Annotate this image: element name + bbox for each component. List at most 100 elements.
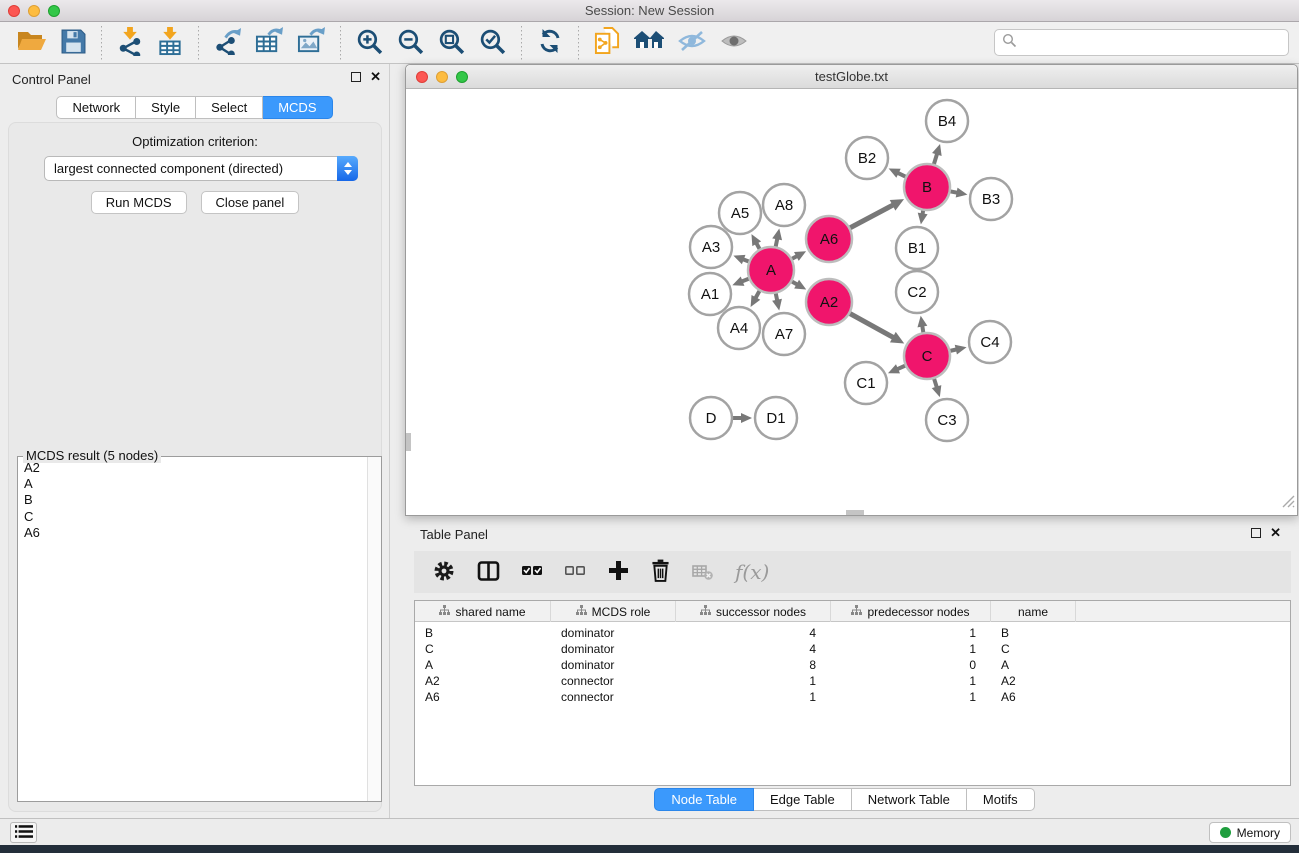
cell-shared_name[interactable]: C [415,641,551,657]
tab-edge-table[interactable]: Edge Table [754,788,852,811]
result-list-scrollbar[interactable] [367,457,381,801]
table-row-a2[interactable]: A2connector11A2 [415,673,1290,689]
cell-mcds_role[interactable]: dominator [551,641,676,657]
column-header-predecessor-nodes[interactable]: predecessor nodes [831,601,991,622]
first-neighbors-button[interactable] [627,27,671,58]
delete-columns-button[interactable] [646,556,675,588]
graph-node-B3[interactable]: B3 [970,178,1012,220]
cell-mcds_role[interactable]: dominator [551,657,676,673]
graph-node-B4[interactable]: B4 [926,100,968,142]
export-network-button[interactable] [207,25,248,60]
graph-node-B1[interactable]: B1 [896,227,938,269]
cell-mcds_role[interactable]: connector [551,689,676,705]
cell-successor_nodes[interactable]: 8 [676,657,831,673]
tab-motifs[interactable]: Motifs [967,788,1035,811]
graph-node-A5[interactable]: A5 [719,192,761,234]
cell-successor_nodes[interactable]: 4 [676,641,831,657]
search-field[interactable] [994,29,1289,56]
graph-node-A3[interactable]: A3 [690,226,732,268]
graph-node-C1[interactable]: C1 [845,362,887,404]
tab-select[interactable]: Select [196,96,263,119]
open-session-button[interactable] [10,27,54,58]
tab-mcds[interactable]: MCDS [263,96,332,119]
table-row-a6[interactable]: A6connector11A6 [415,689,1290,705]
float-table-panel-icon[interactable] [1251,528,1261,538]
export-image-button[interactable] [290,25,332,60]
vertical-scroll-thumb[interactable] [406,433,411,451]
task-history-button[interactable] [10,822,37,843]
search-input[interactable] [1017,33,1288,53]
graph-node-C3[interactable]: C3 [926,399,968,441]
close-panel-button[interactable]: Close panel [201,191,300,214]
cell-name[interactable]: A [991,657,1076,673]
cell-shared_name[interactable]: A [415,657,551,673]
table-row-c[interactable]: Cdominator41C [415,641,1290,657]
result-item-a2[interactable]: A2 [19,460,366,476]
zoom-in-button[interactable] [349,26,390,60]
zoom-selected-button[interactable] [472,26,513,60]
graph-node-D1[interactable]: D1 [755,397,797,439]
tab-node-table[interactable]: Node Table [654,788,754,811]
tab-network-table[interactable]: Network Table [852,788,967,811]
deselect-all-button[interactable] [560,559,591,585]
graph-node-C2[interactable]: C2 [896,271,938,313]
refresh-view-button[interactable] [530,26,570,59]
table-settings-button[interactable] [428,557,460,588]
graph-node-A7[interactable]: A7 [763,313,805,355]
graph-node-A6[interactable]: A6 [806,216,852,262]
column-header-mcds-role[interactable]: MCDS role [551,601,676,622]
close-panel-icon[interactable]: ✕ [370,71,381,83]
function-builder-button[interactable]: f(x) [730,557,774,587]
column-header-successor-nodes[interactable]: successor nodes [676,601,831,622]
result-item-c[interactable]: C [19,509,366,525]
cell-predecessor_nodes[interactable]: 1 [831,625,991,641]
float-panel-icon[interactable] [351,72,361,82]
horizontal-scroll-thumb[interactable] [846,510,864,515]
resize-grip-icon[interactable] [1282,495,1295,513]
graph-node-A1[interactable]: A1 [689,273,731,315]
mcds-result-list[interactable]: A2ABCA6 [19,460,366,800]
cell-mcds_role[interactable]: connector [551,673,676,689]
show-all-button[interactable] [713,29,755,56]
cell-predecessor_nodes[interactable]: 1 [831,673,991,689]
graph-node-B2[interactable]: B2 [846,137,888,179]
close-table-panel-icon[interactable]: ✕ [1270,527,1281,539]
graph-node-D[interactable]: D [690,397,732,439]
import-network-button[interactable] [110,25,150,61]
memory-button[interactable]: Memory [1209,822,1291,843]
column-header-name[interactable]: name [991,601,1076,622]
table-row-a[interactable]: Adominator80A [415,657,1290,673]
run-mcds-button[interactable]: Run MCDS [91,191,187,214]
cell-predecessor_nodes[interactable]: 1 [831,689,991,705]
hide-selected-button[interactable] [671,27,713,58]
create-column-button[interactable] [603,557,634,587]
result-item-a6[interactable]: A6 [19,525,366,541]
graph-node-B[interactable]: B [904,164,950,210]
column-header-shared-name[interactable]: shared name [415,601,551,622]
import-table-button[interactable] [150,25,190,61]
result-item-a[interactable]: A [19,476,366,492]
cell-shared_name[interactable]: A2 [415,673,551,689]
zoom-fit-button[interactable] [431,26,472,60]
cell-mcds_role[interactable]: dominator [551,625,676,641]
tab-style[interactable]: Style [136,96,196,119]
tab-network[interactable]: Network [56,96,136,119]
table-row-b[interactable]: Bdominator41B [415,625,1290,641]
cell-shared_name[interactable]: B [415,625,551,641]
cell-name[interactable]: A2 [991,673,1076,689]
cell-name[interactable]: C [991,641,1076,657]
new-network-from-selection-button[interactable] [587,25,627,60]
cell-name[interactable]: A6 [991,689,1076,705]
cell-successor_nodes[interactable]: 1 [676,673,831,689]
graph-node-A2[interactable]: A2 [806,279,852,325]
graph-node-C[interactable]: C [904,333,950,379]
graph-node-A8[interactable]: A8 [763,184,805,226]
cell-successor_nodes[interactable]: 1 [676,689,831,705]
export-table-button[interactable] [248,25,290,60]
split-view-button[interactable] [472,558,505,587]
cell-predecessor_nodes[interactable]: 0 [831,657,991,673]
graph-node-A[interactable]: A [748,247,794,293]
graph-node-C4[interactable]: C4 [969,321,1011,363]
zoom-out-button[interactable] [390,26,431,60]
network-canvas[interactable]: B4B2BB3A8A5A6A3B1AC2A1A2A4A7C4CC1DD1C3 [406,89,1297,515]
